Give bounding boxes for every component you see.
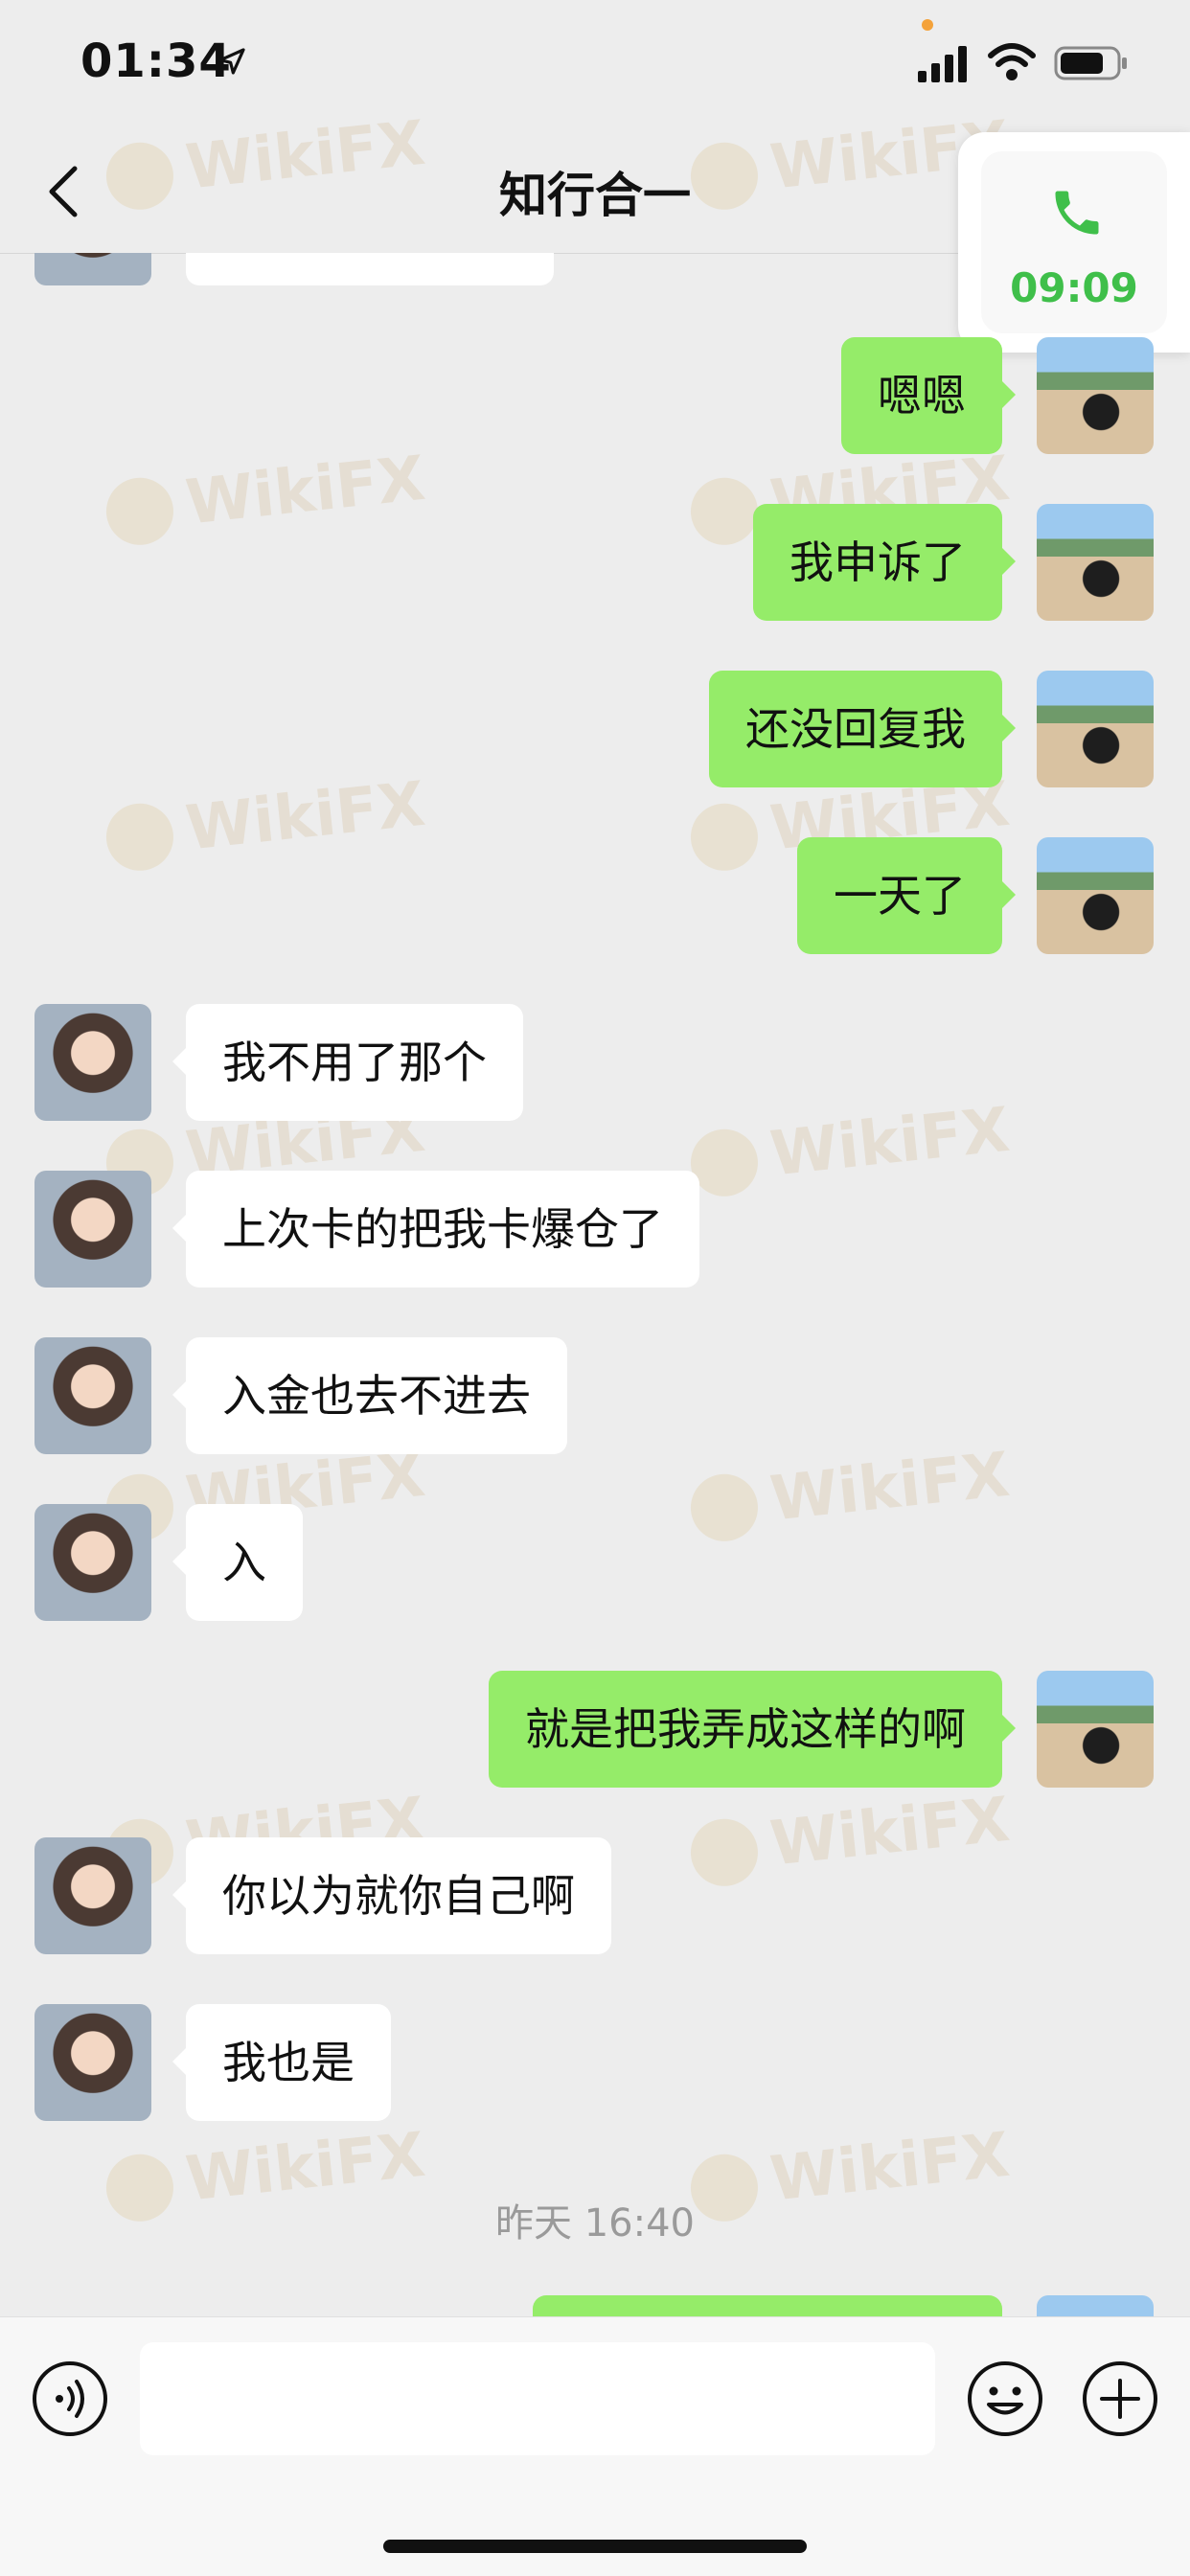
chat-messages[interactable]: 嗯嗯 我申诉了 还没回复我 一天了 我不用了那个 上次卡的把我卡爆仓了 入金也去… bbox=[0, 253, 1190, 2316]
emoji-icon[interactable] bbox=[966, 2359, 1044, 2438]
my-avatar[interactable] bbox=[1037, 1671, 1154, 1788]
message-bubble-sent[interactable]: 还没回复我 bbox=[709, 671, 1016, 787]
plus-circle-icon[interactable] bbox=[1081, 2359, 1159, 2438]
my-avatar[interactable] bbox=[1037, 337, 1154, 454]
my-avatar[interactable] bbox=[1037, 837, 1154, 954]
wifi-icon bbox=[988, 43, 1036, 80]
input-bar bbox=[0, 2316, 1190, 2576]
message-bubble-partial[interactable] bbox=[533, 2295, 1002, 2316]
voice-icon[interactable] bbox=[31, 2359, 109, 2438]
phone-icon bbox=[1055, 191, 1099, 235]
message-bubble-received[interactable]: 入金也去不进去 bbox=[172, 1337, 567, 1454]
home-indicator bbox=[383, 2540, 807, 2553]
contact-avatar[interactable] bbox=[34, 1171, 151, 1288]
status-time: 01:34 bbox=[80, 34, 232, 88]
contact-avatar[interactable] bbox=[34, 253, 151, 285]
message-bubble-received[interactable]: 你以为就你自己啊 bbox=[172, 1837, 611, 1954]
message-bubble-received[interactable]: 我不用了那个 bbox=[172, 1004, 523, 1121]
my-avatar[interactable] bbox=[1037, 671, 1154, 787]
message-bubble-sent[interactable]: 就是把我弄成这样的啊 bbox=[489, 1671, 1016, 1788]
contact-avatar[interactable] bbox=[34, 1004, 151, 1121]
message-bubble-partial[interactable] bbox=[186, 253, 554, 285]
contact-avatar[interactable] bbox=[34, 1337, 151, 1454]
message-bubble-received[interactable]: 入 bbox=[172, 1504, 303, 1621]
cellular-signal-icon bbox=[918, 46, 967, 82]
contact-avatar[interactable] bbox=[34, 2004, 151, 2121]
message-input[interactable] bbox=[140, 2342, 935, 2455]
message-timestamp: 昨天 16:40 bbox=[495, 2201, 695, 2245]
my-avatar[interactable] bbox=[1037, 504, 1154, 621]
status-bar: 01:34 bbox=[0, 0, 1190, 134]
message-bubble-sent[interactable]: 嗯嗯 bbox=[841, 337, 1016, 454]
contact-avatar[interactable] bbox=[34, 1504, 151, 1621]
message-bubble-sent[interactable]: 一天了 bbox=[797, 837, 1016, 954]
message-bubble-received[interactable]: 我也是 bbox=[172, 2004, 391, 2121]
message-bubble-sent[interactable]: 我申诉了 bbox=[753, 504, 1016, 621]
battery-icon bbox=[1054, 46, 1127, 80]
my-avatar[interactable] bbox=[1037, 2295, 1154, 2316]
location-arrow-icon bbox=[218, 48, 245, 75]
privacy-indicator bbox=[922, 19, 933, 31]
contact-avatar[interactable] bbox=[34, 1837, 151, 1954]
message-bubble-received[interactable]: 上次卡的把我卡爆仓了 bbox=[172, 1171, 699, 1288]
